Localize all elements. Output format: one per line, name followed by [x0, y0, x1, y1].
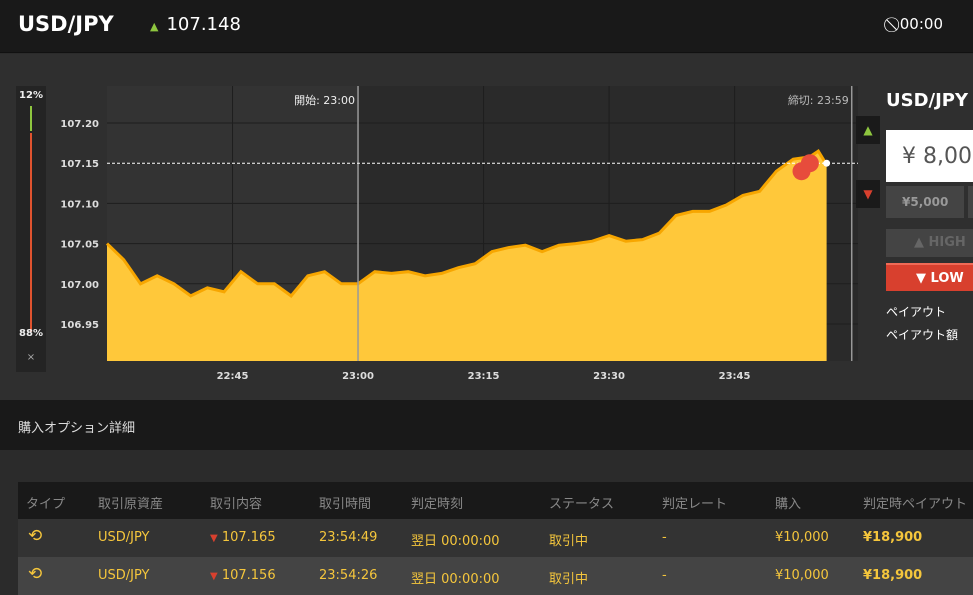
y-tick-label: 107.20: [60, 119, 99, 130]
high-percentage: 12%: [19, 90, 43, 101]
trade-rate: 107.156: [221, 568, 276, 583]
x-tick-label: 23:15: [468, 371, 500, 382]
rollover-icon: ⟲: [28, 526, 43, 546]
asset: USD/JPY: [98, 568, 150, 583]
payout-amount-label: ペイアウト額: [886, 328, 959, 342]
current-rate-dot: [823, 159, 831, 167]
low-icon: ▼: [916, 271, 931, 286]
high-bar: [30, 106, 32, 132]
asset: USD/JPY: [98, 530, 150, 545]
end-label: 締切: 23:59: [788, 93, 849, 107]
timer-value: 00:00: [899, 15, 943, 33]
trade-time: 23:54:26: [319, 568, 378, 583]
x-tick-label: 23:00: [342, 371, 374, 382]
purchase: ¥10,000: [775, 568, 829, 583]
low-arrow-icon[interactable]: ▼: [856, 180, 880, 208]
low-button[interactable]: ▼ LOW: [886, 263, 973, 291]
column-header: 取引内容: [210, 497, 263, 512]
trade-content: ▼ 107.156: [210, 568, 276, 583]
section-header: 購入オプション詳細: [0, 400, 973, 450]
options-table: タイプ 取引原資産 取引内容 取引時間 判定時刻 ステータス 判定レート 購入 判定時ペイアウト…: [18, 482, 973, 595]
column-header: 判定時刻: [411, 497, 464, 512]
start-label: 開始: 23:00: [294, 93, 355, 107]
low-percentage: 88%: [19, 328, 43, 339]
column-header: 取引時間: [319, 497, 372, 512]
trade-content: ▼ 107.165: [210, 530, 276, 545]
column-header: 判定時ペイアウト: [863, 497, 968, 512]
y-tick-label: 107.05: [60, 240, 99, 251]
section-title: 購入オプション詳細: [18, 421, 136, 436]
judge-time: 翌日 00:00:00: [411, 572, 500, 587]
top-bar: USD/JPY ▲ 107.148 ⃠ 00:00: [0, 0, 973, 53]
column-header: 判定レート: [662, 497, 728, 512]
amount-input[interactable]: ¥ 8,000: [886, 130, 973, 182]
x-tick-label: 23:45: [719, 371, 751, 382]
preset-button[interactable]: [968, 186, 973, 218]
column-header: 取引原資産: [98, 497, 164, 512]
asset-pair: USD/JPY: [18, 12, 114, 36]
current-rate: ▲ 107.148: [150, 14, 241, 35]
column-header: 購入: [775, 497, 802, 512]
high-icon: ▲: [914, 235, 929, 250]
status: 取引中: [549, 572, 589, 587]
table-row[interactable]: ⟲ USD/JPY ▼ 107.165 23:54:49 翌日 00:00:00…: [18, 519, 973, 557]
y-tick-label: 107.00: [60, 280, 99, 291]
rollover-icon: ⟲: [28, 564, 43, 584]
y-tick-label: 107.15: [60, 159, 99, 170]
panel-pair: USD/JPY: [886, 90, 969, 111]
x-tick-label: 22:45: [217, 371, 249, 382]
high-label: HIGH: [928, 235, 966, 250]
judge-time: 翌日 00:00:00: [411, 534, 500, 549]
column-header: タイプ: [26, 497, 66, 512]
judge-rate: -: [662, 568, 667, 583]
low-label: LOW: [930, 271, 964, 286]
y-tick-label: 107.10: [60, 199, 99, 210]
preset-5000-button[interactable]: ¥5,000: [886, 186, 964, 218]
close-gauge-button[interactable]: ×: [16, 352, 46, 363]
high-button[interactable]: ▲ HIGH: [886, 229, 973, 257]
table-row[interactable]: ⟲ USD/JPY ▼ 107.156 23:54:26 翌日 00:00:00…: [18, 557, 973, 595]
price-chart: 107.20 107.15 107.10 107.05 107.00 106.95 22:4…: [60, 86, 858, 382]
low-icon: ▼: [210, 533, 218, 544]
payout: ¥18,900: [863, 530, 923, 545]
x-tick-label: 23:30: [593, 371, 625, 382]
low-trade-marker-icon: [800, 154, 819, 173]
trade-time: 23:54:49: [319, 530, 378, 545]
trade-rate: 107.165: [221, 530, 276, 545]
column-header: ステータス: [549, 497, 615, 512]
status: 取引中: [549, 534, 589, 549]
table-header: タイプ 取引原資産 取引内容 取引時間 判定時刻 ステータス 判定レート 購入 判定時ペイアウト: [18, 482, 973, 519]
judge-rate: -: [662, 530, 667, 545]
timer: ⃠ 00:00: [895, 15, 943, 33]
low-bar: [30, 133, 32, 332]
y-tick-label: 106.95: [60, 320, 99, 331]
high-arrow-icon[interactable]: ▲: [856, 116, 880, 144]
sentiment-gauge: 12% 88% ×: [16, 86, 46, 372]
up-arrow-icon: ▲: [150, 20, 159, 33]
purchase: ¥10,000: [775, 530, 829, 545]
low-icon: ▼: [210, 571, 218, 582]
payout-label: ペイアウト: [886, 305, 947, 319]
rate-value: 107.148: [166, 14, 241, 35]
payout: ¥18,900: [863, 568, 923, 583]
